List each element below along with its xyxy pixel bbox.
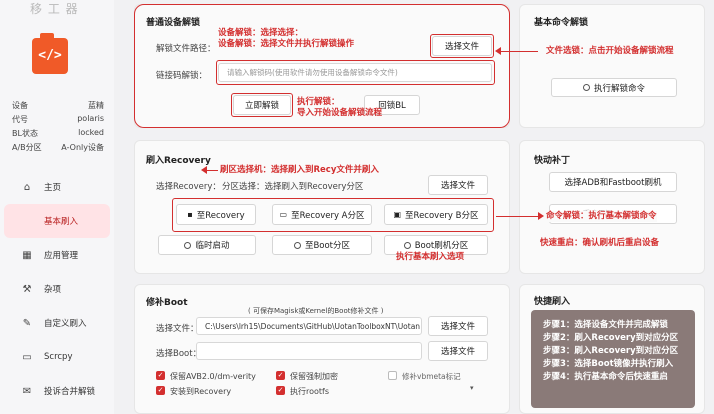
annotation-recovery-section: 刷区选择机：选择刷入到Recy文件并刷入 <box>220 165 379 175</box>
boot-file-path-input[interactable]: C:\Users\lrh15\Documents\GitHub\UotanToo… <box>196 317 422 335</box>
flash-recovery-a-button[interactable]: ▭ 至Recovery A分区 <box>272 204 372 225</box>
unlock-card-title: 普通设备解锁 <box>146 18 201 28</box>
image-icon: ▣ <box>393 210 402 219</box>
device-info: 设备 蓝精 代号 polaris BL状态 locked A/B分区 A-Only设备 <box>12 100 104 156</box>
arrow-line <box>500 51 538 52</box>
info-row: 代号 polaris <box>12 114 104 124</box>
radio-icon <box>582 84 590 91</box>
annotation-quick-restart: 快速重启：确认刷机后重启设备 <box>540 238 660 248</box>
info-row: 设备 蓝精 <box>12 101 104 110</box>
boot-partition-button[interactable]: 至Boot分区 <box>272 235 372 255</box>
boot-select-boot-input[interactable] <box>196 342 422 360</box>
opt-force-encrypt-label: 保留强制加密 <box>290 372 338 381</box>
radio-icon <box>403 241 411 249</box>
sidebar-item-custom-flash[interactable]: ✎ 自定义刷入 <box>4 306 110 340</box>
unlock-key-label: 链接码解锁： <box>156 71 208 81</box>
quick-flash-steps: 步骤1：选择设备文件并完成解锁 步骤2：刷入Recovery到对应分区 步骤3：… <box>531 310 695 408</box>
step-item: 步骤4：执行基本命令后快速重启 <box>543 372 668 382</box>
checkbox-unchecked-icon[interactable] <box>388 371 397 380</box>
arrow-line <box>206 170 218 171</box>
basic-command-title: 基本命令解锁 <box>534 18 589 28</box>
custom-flash-icon: ✎ <box>22 317 32 329</box>
radio-icon <box>293 241 301 249</box>
opt-avb-label: 保留AVB2.0/dm-verity <box>170 372 256 381</box>
radio-icon <box>184 241 192 249</box>
arrow-left-icon <box>201 166 207 174</box>
sidebar-item-home[interactable]: ⌂ 主页 <box>4 170 110 204</box>
recovery-title: 刷入Recovery <box>146 156 211 166</box>
sidebar: 移 工 器 </> 设备 蓝精 代号 polaris BL状态 locked A/B分… <box>0 0 114 414</box>
tools-icon: ⚒ <box>22 283 32 295</box>
checkbox-checked-icon[interactable]: ✓ <box>276 371 285 380</box>
annotation-unlock-exec: 执行解锁： 导入开始设备解锁流程 <box>297 97 383 119</box>
sidebar-item-tools[interactable]: ⚒ 杂项 <box>4 272 110 306</box>
app-title: 移 工 器 <box>30 2 79 16</box>
code-icon: </> <box>38 48 62 63</box>
opt-recovery-label: 安装到Recovery <box>170 387 232 396</box>
feedback-icon: ✉ <box>22 385 32 397</box>
step-item: 步骤1：选择设备文件并完成解锁 <box>543 320 668 330</box>
unlock-file-label: 解锁文件路径： <box>156 44 216 54</box>
app-logo-icon: </> <box>32 33 68 74</box>
flash-recovery-button[interactable]: ▪ 至Recovery <box>176 204 256 225</box>
sidebar-nav: ⌂ 主页 基本刷入 ▦ 应用管理 ⚒ 杂项 ✎ 自定义刷入 ▭ Scrcpy ✉ 投诉合并解… <box>4 170 110 408</box>
annotation-unlock-file: 设备解锁：选择选择： 设备解锁：选择文件并执行解锁操作 <box>218 28 355 50</box>
info-row: A/B分区 A-Only设备 <box>12 143 104 152</box>
opt-rootfs-label: 执行rootfs <box>290 387 330 396</box>
annotation-recovery-exec: 执行基本刷入选项 <box>396 252 465 262</box>
checkbox-checked-icon[interactable]: ✓ <box>276 386 285 395</box>
recovery-partition-hint: 分区选择：选择刷入到Recovery分区 <box>222 182 364 192</box>
boot-select-file-label: 选择文件： <box>156 324 199 334</box>
unlock-now-highlight <box>231 93 293 117</box>
sidebar-item-basic-flash[interactable]: 基本刷入 <box>4 204 110 238</box>
scrcpy-icon: ▭ <box>22 351 32 363</box>
boot-title: 修补Boot <box>146 298 188 308</box>
checkbox-checked-icon[interactable]: ✓ <box>156 386 165 395</box>
temp-boot-button[interactable]: 临时启动 <box>158 235 256 255</box>
unlock-key-highlight <box>216 60 495 85</box>
monitor-icon: ▭ <box>279 210 288 219</box>
sidebar-item-apps[interactable]: ▦ 应用管理 <box>4 238 110 272</box>
arrow-left-icon <box>495 47 501 55</box>
flash-icon: ▪ <box>187 210 193 219</box>
quick-title: 快动补丁 <box>534 156 571 166</box>
arrow-line <box>496 216 538 217</box>
annotation-basic-command: 文件选锁：点击开始设备解锁流程 <box>546 46 674 56</box>
quick-flash-title: 快捷刷入 <box>534 297 571 307</box>
boot-select-file-button[interactable]: 选择文件 <box>428 316 488 336</box>
checkbox-checked-icon[interactable]: ✓ <box>156 371 165 380</box>
step-item: 步骤2：刷入Recovery到对应分区 <box>543 333 679 343</box>
step-item: 步骤3：刷入Recovery到对应分区 <box>543 346 679 356</box>
recovery-select-file-button[interactable]: 选择文件 <box>428 175 488 195</box>
flash-recovery-b-button[interactable]: ▣ 至Recovery B分区 <box>384 204 488 225</box>
sidebar-item-feedback[interactable]: ✉ 投诉合并解锁 <box>4 374 110 408</box>
opt-vbmeta-label: 修补vbmeta标记 <box>402 372 461 381</box>
info-row: BL状态 locked <box>12 128 104 138</box>
arrow-right-icon <box>538 212 544 220</box>
apps-icon: ▦ <box>22 249 32 261</box>
select-adb-fastboot-button[interactable]: 选择ADB和Fastboot刷机 <box>549 172 677 192</box>
boot-select-boot-label: 选择Boot： <box>156 349 202 359</box>
sidebar-item-scrcpy[interactable]: ▭ Scrcpy <box>4 340 110 374</box>
exec-unlock-command-button[interactable]: 执行解锁命令 <box>551 78 677 97</box>
home-icon: ⌂ <box>23 181 31 193</box>
boot-select-boot-button[interactable]: 选择文件 <box>428 341 488 361</box>
select-file-highlight <box>430 34 494 58</box>
recovery-select-label: 选择Recovery： <box>156 182 221 192</box>
annotation-command-unlock: 命令解锁：执行基本解锁命令 <box>546 211 657 223</box>
step-item: 步骤3：选择Boot镜像并执行刷入 <box>543 359 674 369</box>
chevron-down-icon[interactable]: ▾ <box>470 384 474 392</box>
boot-hint: ( 可保存Magisk或Kernel的Boot修补文件 ) <box>248 307 384 315</box>
